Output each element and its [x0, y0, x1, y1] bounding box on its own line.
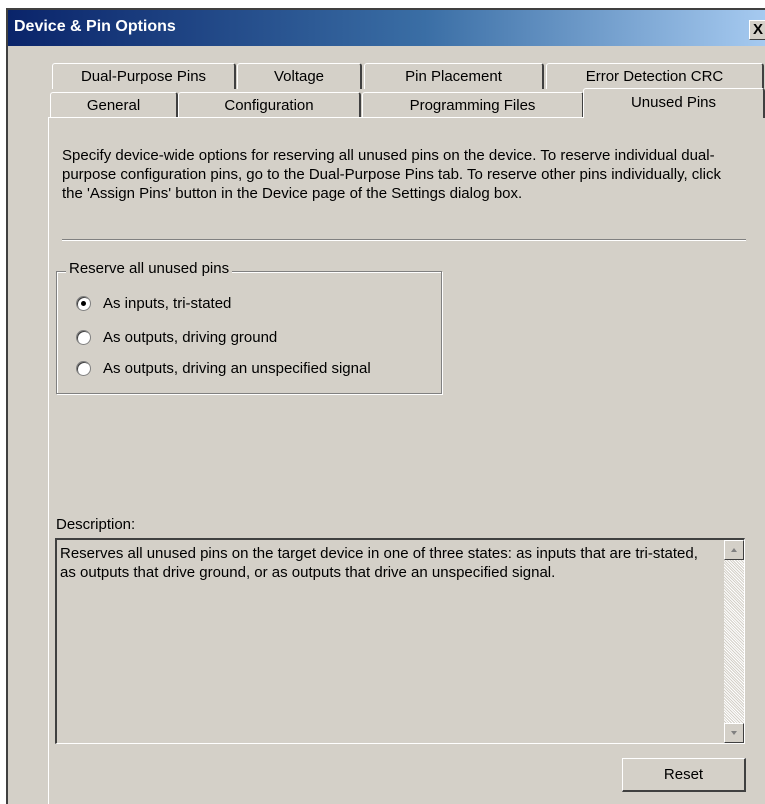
- radio-label: As outputs, driving an unspecified signa…: [103, 360, 371, 377]
- radio-unselected-icon[interactable]: [76, 330, 91, 345]
- reset-button[interactable]: Reset: [622, 758, 746, 792]
- tab-label: Dual-Purpose Pins: [80, 68, 207, 85]
- tab-general[interactable]: General: [50, 92, 178, 118]
- tab-label: Programming Files: [409, 97, 536, 114]
- close-button[interactable]: X: [749, 20, 765, 40]
- tab-configuration[interactable]: Configuration: [178, 92, 361, 118]
- tab-dual-purpose-pins[interactable]: Dual-Purpose Pins: [52, 63, 236, 89]
- radio-label: As outputs, driving ground: [103, 329, 278, 346]
- tab-label: Unused Pins: [630, 94, 717, 111]
- tab-error-detection-crc[interactable]: Error Detection CRC: [546, 63, 764, 89]
- tab-label: Configuration: [224, 97, 314, 114]
- arrow-down-icon: [731, 731, 737, 735]
- vertical-scrollbar[interactable]: [724, 540, 744, 743]
- tab-label: Pin Placement: [405, 68, 502, 85]
- close-icon: X: [753, 21, 764, 38]
- tab-unused-pins[interactable]: Unused Pins: [583, 88, 765, 118]
- intro-text: Specify device-wide options for reservin…: [62, 147, 721, 202]
- radio-label: As inputs, tri-stated: [103, 295, 232, 312]
- tab-label: Error Detection CRC: [585, 68, 724, 85]
- description-box[interactable]: Reserves all unused pins on the target d…: [55, 538, 745, 744]
- arrow-up-icon: [731, 548, 737, 552]
- tab-pin-placement[interactable]: Pin Placement: [364, 63, 544, 89]
- group-title: Reserve all unused pins: [66, 260, 233, 277]
- scroll-up-button[interactable]: [724, 540, 744, 560]
- description-text: Reserves all unused pins on the target d…: [60, 545, 698, 581]
- tab-label: Voltage: [273, 68, 325, 85]
- separator: [62, 239, 746, 241]
- radio-selected-icon[interactable]: [76, 296, 91, 311]
- scroll-down-button[interactable]: [724, 723, 744, 743]
- tab-programming-files[interactable]: Programming Files: [362, 92, 584, 118]
- radio-unselected-icon[interactable]: [76, 361, 91, 376]
- tab-label: General: [86, 97, 141, 114]
- tab-voltage[interactable]: Voltage: [237, 63, 362, 89]
- title-bar[interactable]: Device & Pin Options X: [8, 10, 765, 46]
- window-title: Device & Pin Options: [14, 18, 176, 35]
- description-label: Description:: [56, 516, 136, 533]
